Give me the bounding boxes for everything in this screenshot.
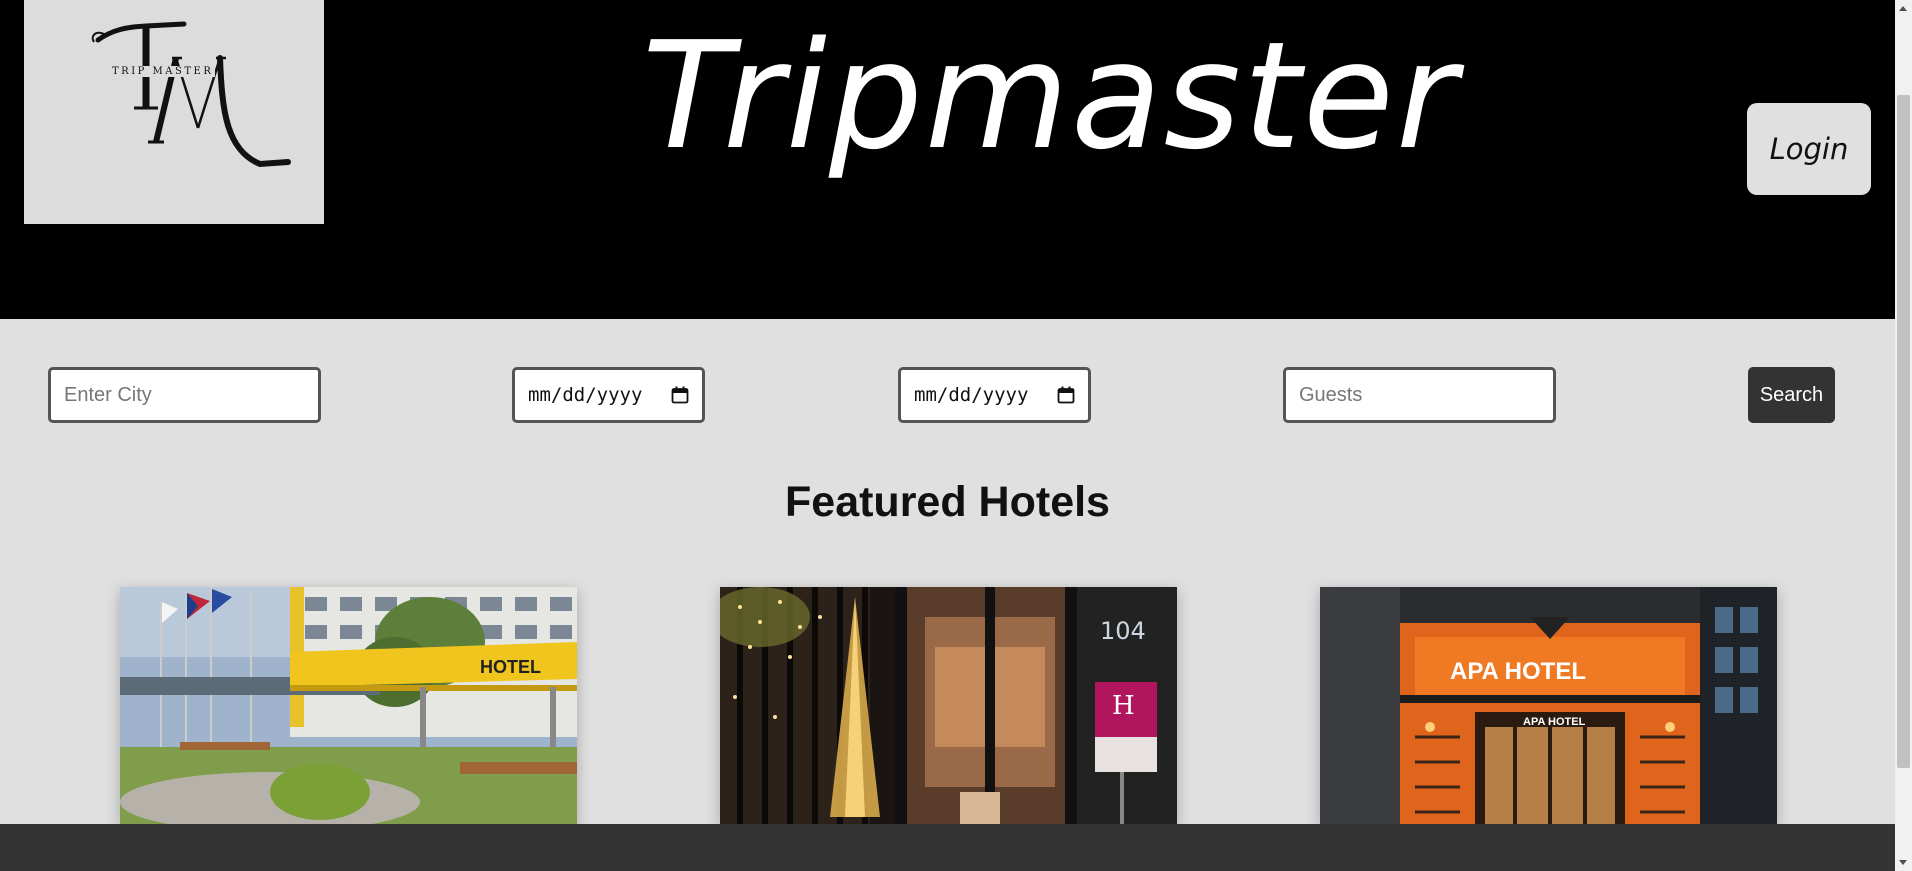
svg-text:H: H bbox=[1112, 691, 1135, 721]
svg-text:HOTEL: HOTEL bbox=[480, 657, 541, 677]
hotel-image-3: APA HOTEL APA HOTEL bbox=[1320, 587, 1777, 827]
checkout-date-field[interactable]: mm/dd/yyyy bbox=[898, 367, 1091, 423]
scrollbar-thumb[interactable] bbox=[1897, 95, 1910, 768]
site-header: TRIP MASTER Tripmaster Login bbox=[0, 0, 1895, 319]
hotel-image-2: 104 H bbox=[720, 587, 1177, 827]
calendar-icon[interactable] bbox=[1057, 386, 1075, 404]
hotel-card-2[interactable]: 104 H bbox=[720, 587, 1177, 827]
vertical-scrollbar[interactable] bbox=[1895, 0, 1912, 871]
site-footer bbox=[0, 824, 1895, 871]
calendar-icon[interactable] bbox=[671, 386, 689, 404]
guests-input-wrapper[interactable] bbox=[1283, 367, 1556, 423]
search-button[interactable]: Search bbox=[1748, 367, 1835, 423]
checkin-date-field[interactable]: mm/dd/yyyy bbox=[512, 367, 705, 423]
scroll-up-icon[interactable] bbox=[1899, 6, 1907, 11]
featured-hotels-title: Featured Hotels bbox=[785, 478, 1110, 526]
logo-wordmark: TRIP MASTER bbox=[110, 66, 216, 77]
site-title: Tripmaster bbox=[642, 10, 1459, 182]
svg-text:APA HOTEL: APA HOTEL bbox=[1523, 716, 1586, 728]
page: TRIP MASTER Tripmaster Login mm/dd/yyyy … bbox=[0, 0, 1895, 871]
svg-text:APA HOTEL: APA HOTEL bbox=[1450, 658, 1586, 685]
hotel-card-3[interactable]: APA HOTEL APA HOTEL bbox=[1320, 587, 1777, 827]
login-button[interactable]: Login bbox=[1747, 103, 1871, 195]
city-input-wrapper[interactable] bbox=[48, 367, 321, 423]
svg-text:104: 104 bbox=[1100, 617, 1146, 645]
checkout-date-value: mm/dd/yyyy bbox=[914, 384, 1029, 406]
checkin-date-value: mm/dd/yyyy bbox=[528, 384, 643, 406]
guests-input[interactable] bbox=[1299, 383, 1540, 407]
hotel-image-1: HOTEL bbox=[120, 587, 577, 827]
hotel-card-1[interactable]: HOTEL bbox=[120, 587, 577, 827]
logo[interactable]: TRIP MASTER bbox=[24, 0, 324, 224]
scroll-down-icon[interactable] bbox=[1899, 860, 1907, 865]
city-input[interactable] bbox=[64, 383, 305, 407]
logo-icon bbox=[91, 21, 291, 168]
